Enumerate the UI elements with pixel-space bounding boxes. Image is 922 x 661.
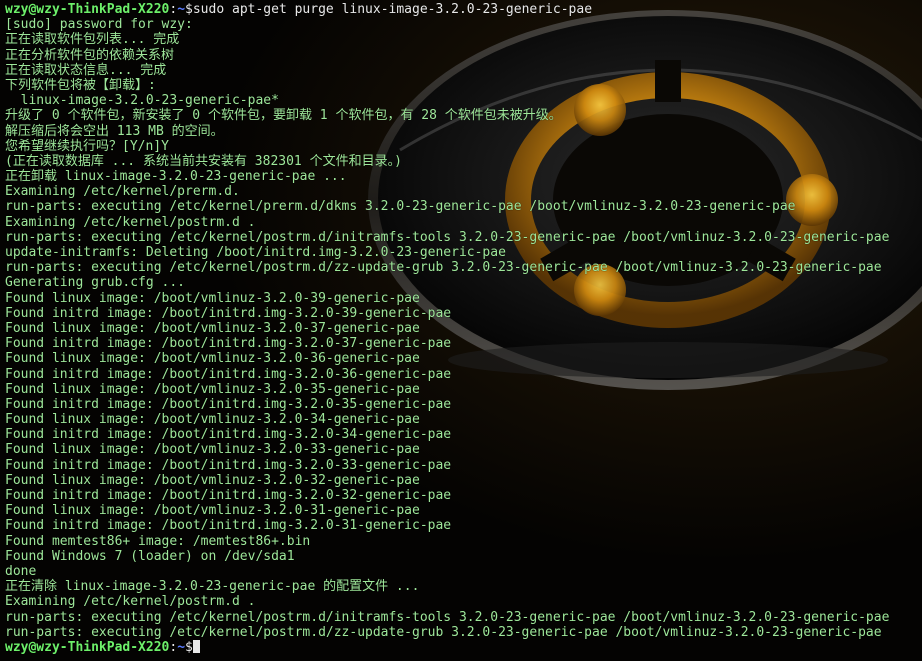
output-line: Found initrd image: /boot/initrd.img-3.2… [5, 518, 452, 534]
output-line: linux-image-3.2.0-23-generic-pae* [5, 93, 279, 109]
output-line: Examining /etc/kernel/prerm.d. [5, 184, 240, 200]
output-line: Found Windows 7 (loader) on /dev/sda1 [5, 548, 295, 564]
output-line: Found memtest86+ image: /memtest86+.bin [5, 533, 311, 549]
output-line: Found linux image: /boot/vmlinuz-3.2.0-3… [5, 320, 420, 336]
output-line: 正在读取状态信息... 完成 [5, 62, 167, 78]
prompt-path: ~ [177, 2, 186, 17]
cursor-icon[interactable] [192, 639, 200, 653]
output-line: Found initrd image: /boot/initrd.img-3.2… [5, 336, 452, 352]
output-line: run-parts: executing /etc/kernel/postrm.… [5, 624, 882, 640]
output-line: 您希望继续执行吗？[Y/n]Y [5, 138, 169, 154]
prompt-user: wzy@wzy-ThinkPad-X220 [5, 2, 170, 17]
output-line: Found linux image: /boot/vmlinuz-3.2.0-3… [5, 472, 420, 488]
prompt-dollar: $ [185, 639, 193, 655]
output-line: done [5, 563, 37, 579]
output-line: Found initrd image: /boot/initrd.img-3.2… [5, 396, 452, 412]
output-line: 升级了 0 个软件包，新安装了 0 个软件包，要卸载 1 个软件包，有 28 个… [5, 108, 562, 124]
terminal-window[interactable]: wzy@wzy-ThinkPad-X220:~$ sudo apt-get pur… [0, 0, 922, 661]
output-line: 正在分析软件包的依赖关系树 [5, 47, 175, 63]
output-line: Examining /etc/kernel/postrm.d . [5, 214, 256, 230]
terminal-output: wzy@wzy-ThinkPad-X220:~$ sudo apt-get pur… [5, 2, 922, 655]
output-line: Found linux image: /boot/vmlinuz-3.2.0-3… [5, 412, 420, 428]
output-line: Found initrd image: /boot/initrd.img-3.2… [5, 488, 452, 503]
output-line: Found linux image: /boot/vmlinuz-3.2.0-3… [5, 381, 420, 397]
output-line: update-initramfs: Deleting /boot/initrd.… [5, 245, 506, 260]
output-line: 正在卸载 linux-image-3.2.0-23-generic-pae ..… [5, 169, 347, 185]
output-line: (正在读取数据库 ... 系统当前共安装有 382301 个文件和目录。) [5, 153, 402, 169]
output-lines: [sudo] password for wzy: 正在读取软件包列表... 完成正… [5, 17, 922, 640]
output-line: run-parts: executing /etc/kernel/postrm.… [5, 260, 882, 276]
output-line: 正在读取软件包列表... 完成 [5, 32, 180, 48]
output-line: run-parts: executing /etc/kernel/prerm.d… [5, 199, 796, 215]
prompt-dollar: $ [185, 2, 193, 17]
output-line: Found initrd image: /boot/initrd.img-3.2… [5, 366, 452, 382]
prompt-user: wzy@wzy-ThinkPad-X220 [5, 639, 170, 655]
output-line: Found linux image: /boot/vmlinuz-3.2.0-3… [5, 503, 420, 519]
output-line: Generating grub.cfg ... [5, 275, 186, 291]
output-line: [sudo] password for wzy: [5, 17, 193, 33]
prompt-path: ~ [177, 639, 186, 655]
command-text: sudo apt-get purge linux-image-3.2.0-23-… [192, 2, 593, 17]
output-line: Found initrd image: /boot/initrd.img-3.2… [5, 305, 452, 321]
output-line: Found initrd image: /boot/initrd.img-3.2… [5, 457, 452, 473]
output-line: run-parts: executing /etc/kernel/postrm.… [5, 609, 890, 625]
output-line: 下列软件包将被【卸载】: [5, 77, 156, 93]
current-prompt-line[interactable]: wzy@wzy-ThinkPad-X220:~$ [5, 639, 922, 655]
output-line: 解压缩后将会空出 113 MB 的空间。 [5, 123, 224, 139]
output-line: run-parts: executing /etc/kernel/postrm.… [5, 229, 890, 245]
output-line: Found linux image: /boot/vmlinuz-3.2.0-3… [5, 290, 420, 306]
prompt-line: wzy@wzy-ThinkPad-X220:~$sudo apt-get pur… [5, 2, 922, 17]
output-line: Found linux image: /boot/vmlinuz-3.2.0-3… [5, 442, 420, 458]
output-line: Found linux image: /boot/vmlinuz-3.2.0-3… [5, 351, 420, 367]
output-line: Found initrd image: /boot/initrd.img-3.2… [5, 427, 452, 443]
output-line: 正在清除 linux-image-3.2.0-23-generic-pae 的配… [5, 579, 420, 595]
output-line: Examining /etc/kernel/postrm.d . [5, 594, 256, 610]
